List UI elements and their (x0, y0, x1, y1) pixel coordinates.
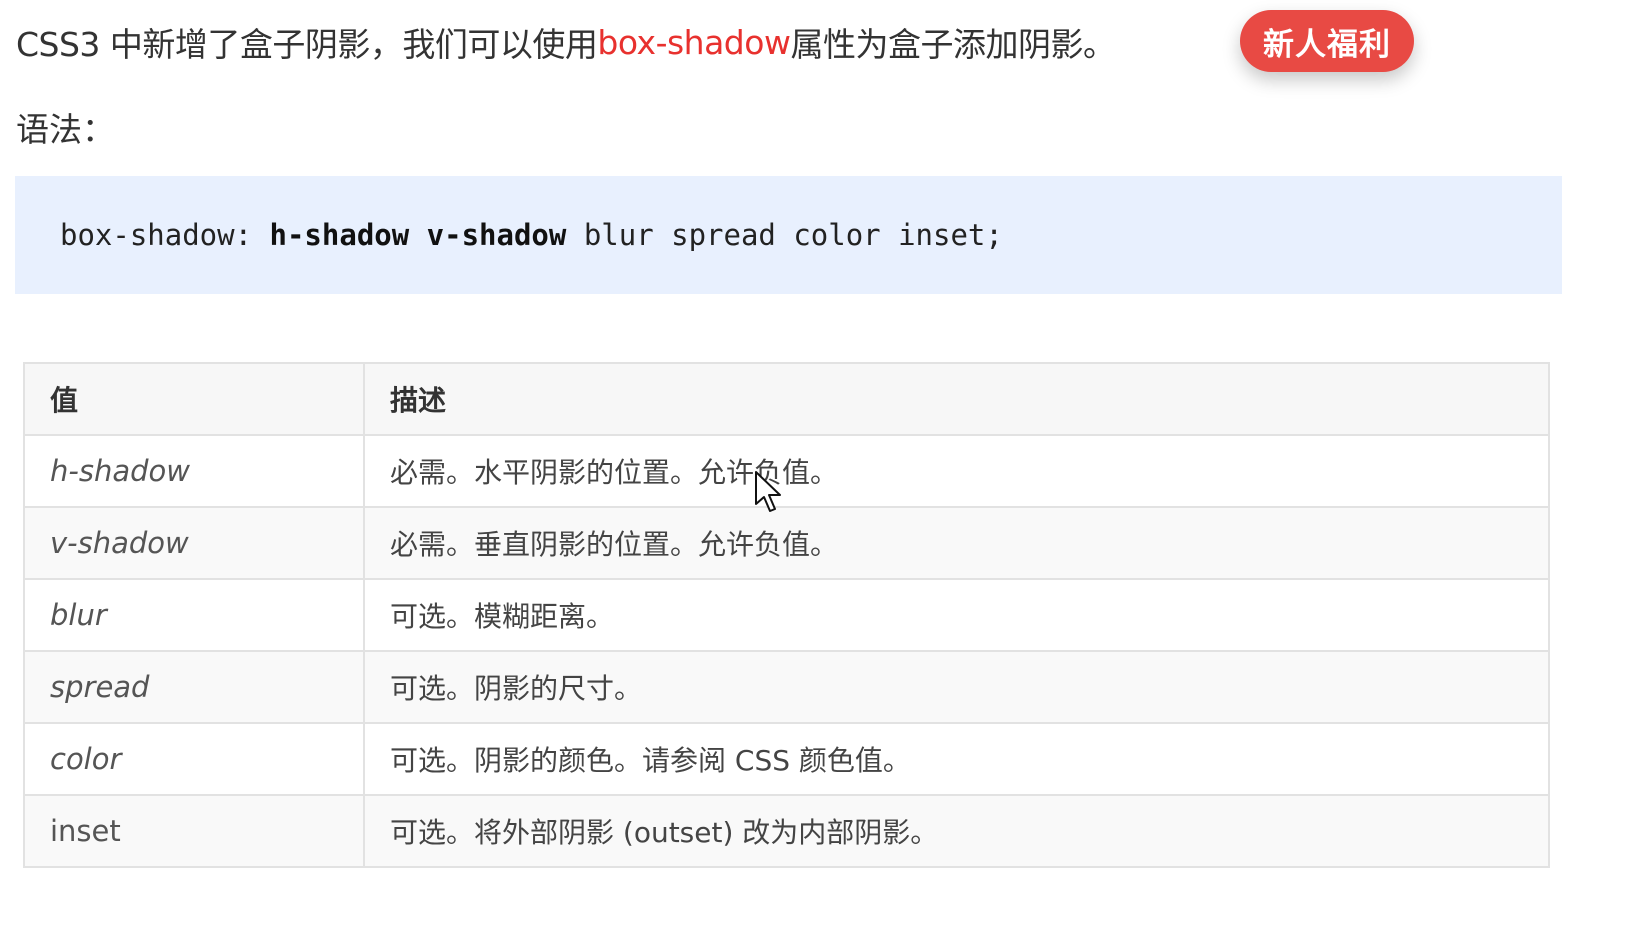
description-cell: 可选。将外部阴影 (outset) 改为内部阴影。 (363, 794, 1550, 868)
box-shadow-values-table: 值 描述 h-shadow 必需。水平阴影的位置。允许负值。 v-shadow … (23, 362, 1550, 868)
table-row: v-shadow 必需。垂直阴影的位置。允许负值。 (23, 506, 1550, 580)
table-row: spread 可选。阴影的尺寸。 (23, 650, 1550, 724)
intro-paragraph: CSS3 中新增了盒子阴影，我们可以使用 box-shadow 属性为盒子添加阴… (16, 14, 1116, 70)
description-cell: 必需。垂直阴影的位置。允许负值。 (363, 506, 1550, 580)
description-cell: 可选。阴影的尺寸。 (363, 650, 1550, 724)
table-row: color 可选。阴影的颜色。请参阅 CSS 颜色值。 (23, 722, 1550, 796)
intro-text-after: 属性为盒子添加阴影。 (790, 25, 1116, 64)
table-row: blur 可选。模糊距离。 (23, 578, 1550, 652)
code-h-shadow: h-shadow (269, 218, 410, 252)
value-cell: inset (23, 794, 365, 868)
value-cell: h-shadow (23, 434, 365, 508)
syntax-heading: 语法： (16, 110, 115, 149)
table-header-row: 值 描述 (23, 362, 1550, 436)
box-shadow-keyword: box-shadow (597, 22, 791, 62)
value-cell: spread (23, 650, 365, 724)
intro-text-before: CSS3 中新增了盒子阴影，我们可以使用 (16, 25, 598, 64)
code-v-shadow: v-shadow (426, 218, 567, 252)
description-cell: 可选。模糊距离。 (363, 578, 1550, 652)
mouse-pointer-icon (755, 471, 781, 512)
header-value: 值 (23, 362, 365, 436)
table-row: h-shadow 必需。水平阴影的位置。允许负值。 (23, 434, 1550, 508)
header-description: 描述 (363, 362, 1550, 436)
new-user-benefit-button[interactable]: 新人福利 (1240, 10, 1414, 72)
table-row: inset 可选。将外部阴影 (outset) 改为内部阴影。 (23, 794, 1550, 868)
value-cell: v-shadow (23, 506, 365, 580)
syntax-code-block: box-shadow: h-shadow v-shadow blur sprea… (15, 176, 1562, 294)
code-suffix: blur spread color inset; (566, 218, 1003, 252)
value-cell: blur (23, 578, 365, 652)
description-cell: 必需。水平阴影的位置。允许负值。 (363, 434, 1550, 508)
code-prefix: box-shadow: (60, 218, 270, 252)
value-cell: color (23, 722, 365, 796)
description-cell: 可选。阴影的颜色。请参阅 CSS 颜色值。 (363, 722, 1550, 796)
